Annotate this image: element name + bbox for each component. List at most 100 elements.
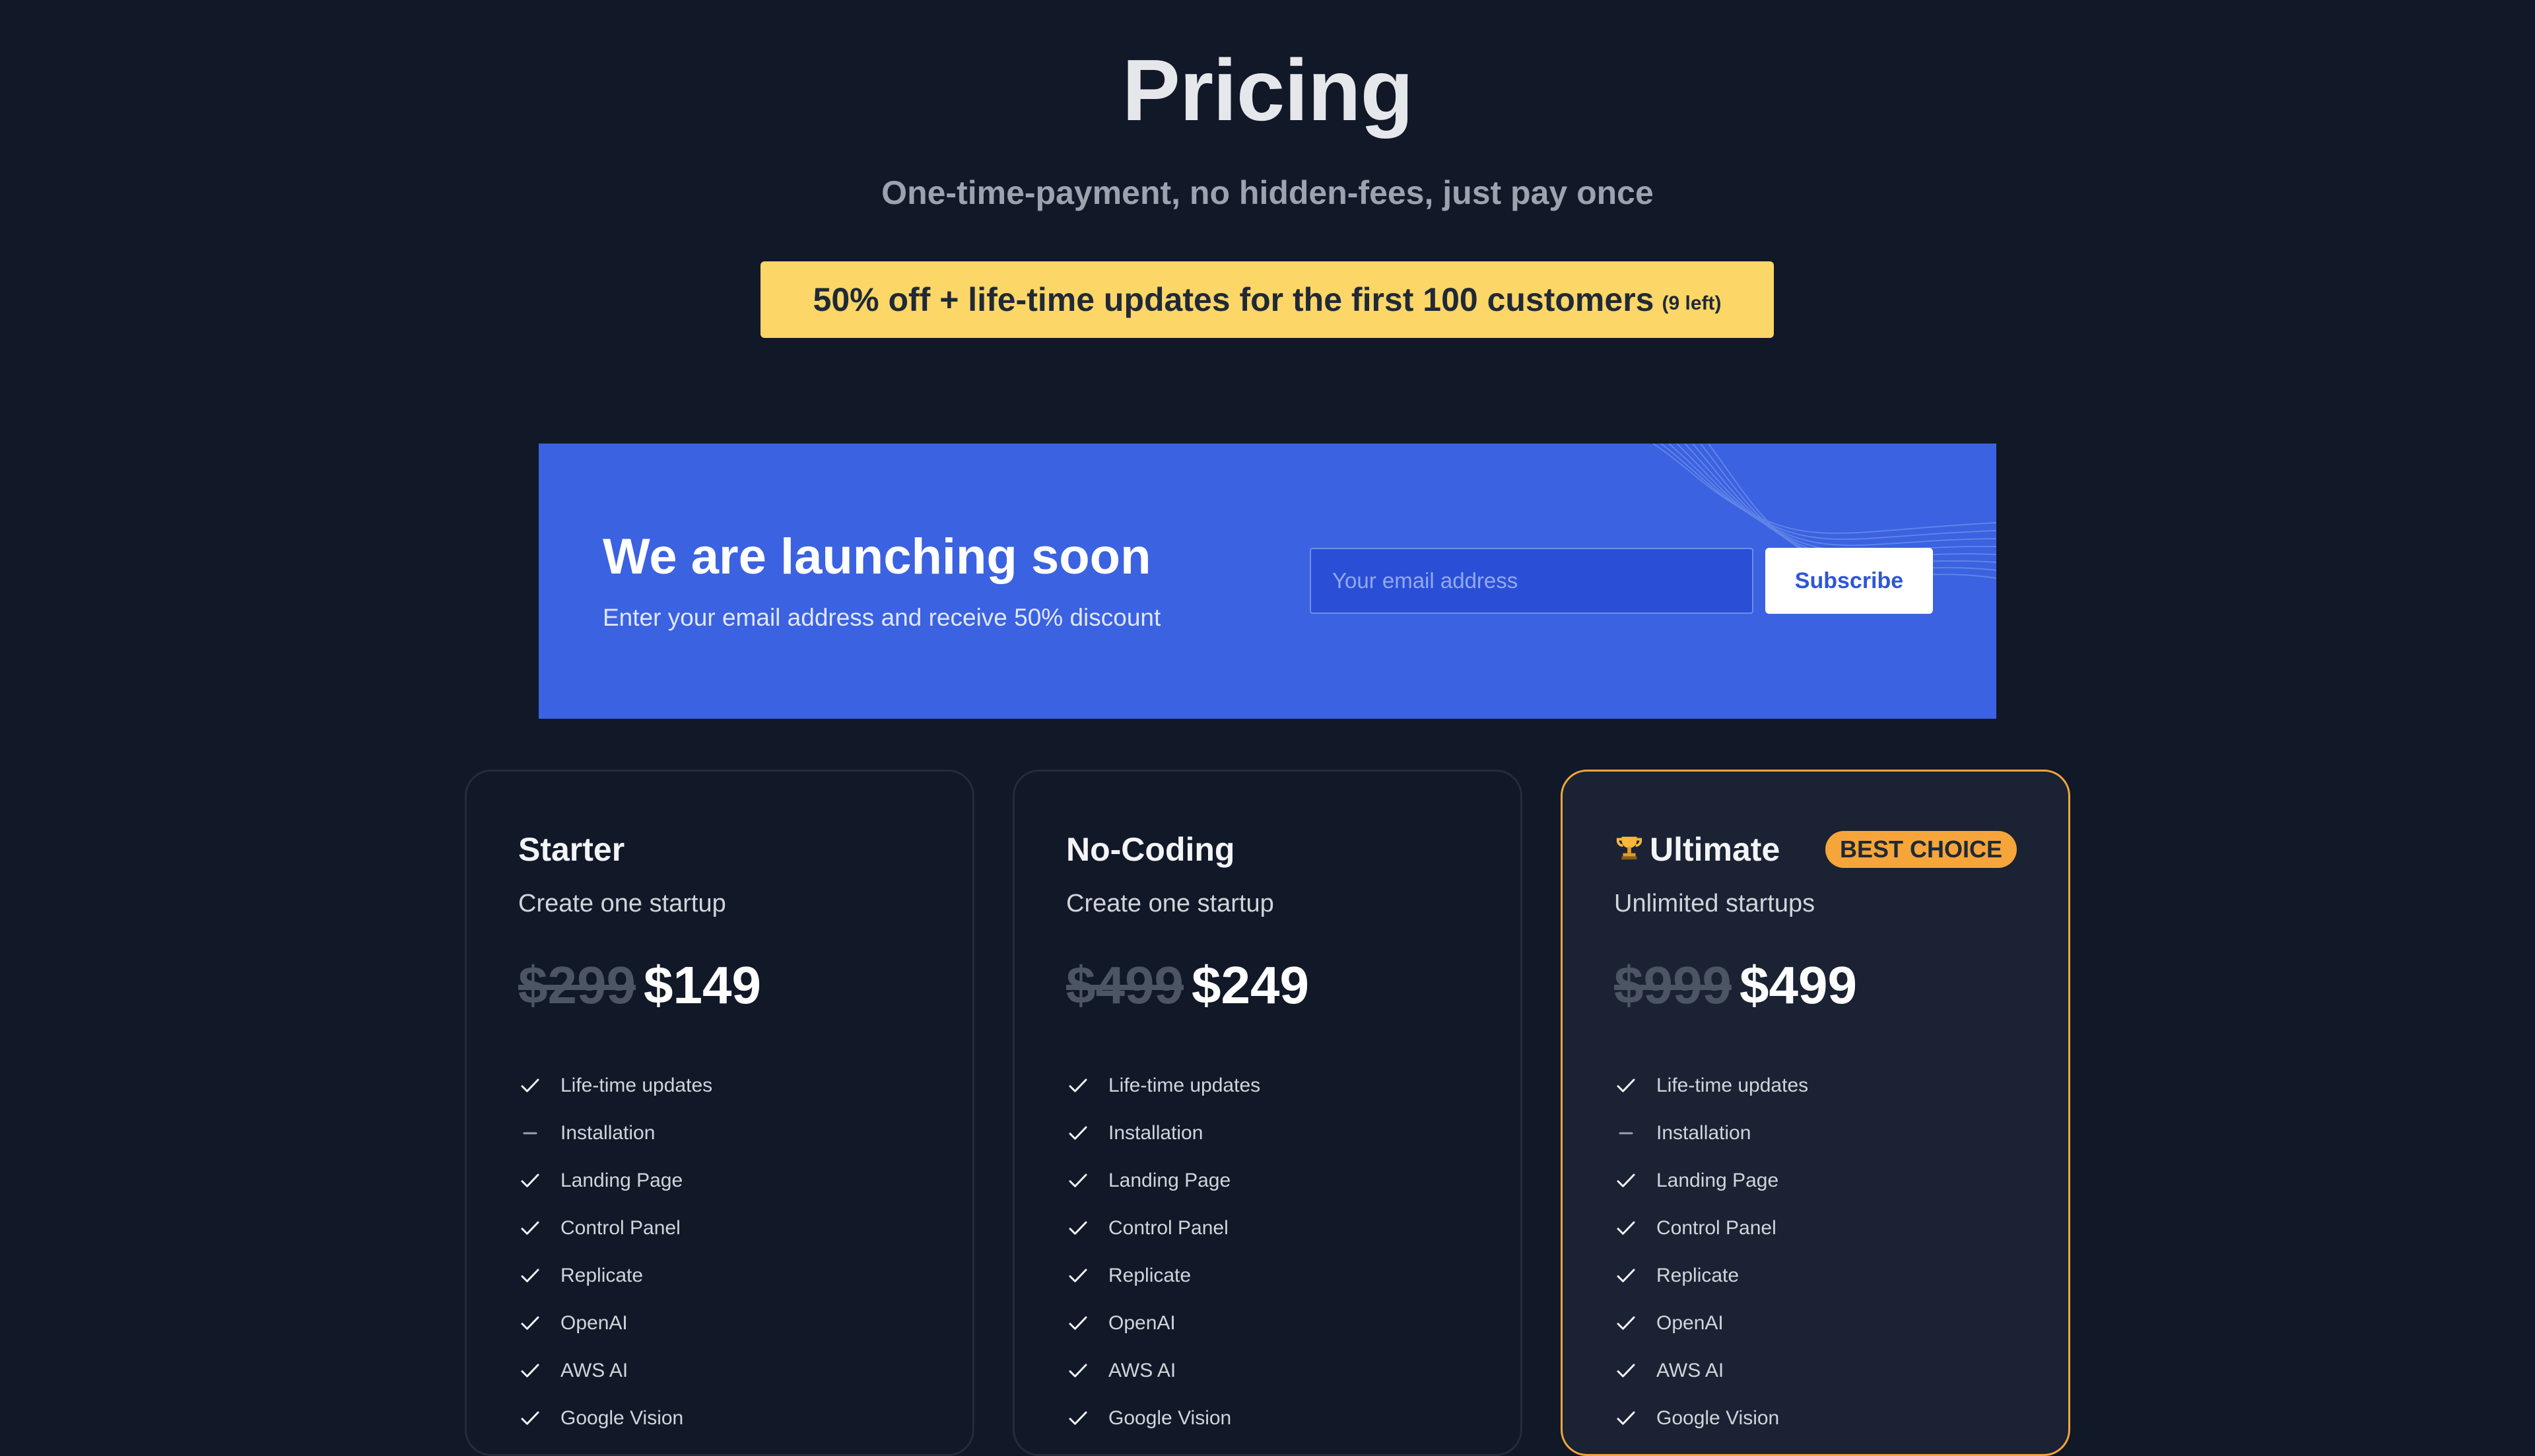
feature-label: Life-time updates xyxy=(1108,1075,1261,1096)
feature-item: Replicate xyxy=(1614,1252,1808,1300)
check-icon xyxy=(521,1411,539,1425)
feature-label: OpenAI xyxy=(1108,1312,1176,1334)
feature-label: OpenAI xyxy=(1656,1312,1724,1334)
check-icon xyxy=(1617,1269,1635,1282)
feature-item: AWS AI xyxy=(518,1347,712,1395)
feature-label: Life-time updates xyxy=(560,1075,713,1096)
original-price: $999 xyxy=(1614,956,1732,1014)
feature-item: Life-time updates xyxy=(1614,1062,1808,1109)
price-row: $999 $499 xyxy=(1614,954,1857,1017)
feature-label: Landing Page xyxy=(560,1170,683,1191)
feature-item: Google Vision xyxy=(1066,1395,1260,1442)
feature-item: Life-time updates xyxy=(1066,1062,1260,1109)
promo-remaining: (9 left) xyxy=(1662,292,1722,314)
feature-item: Google Vision xyxy=(518,1395,712,1442)
feature-label: Installation xyxy=(1656,1122,1751,1144)
page-title: Pricing xyxy=(1122,42,1413,139)
check-icon xyxy=(1617,1364,1635,1377)
check-icon xyxy=(1069,1364,1087,1377)
feature-item: Landing Page xyxy=(518,1157,712,1205)
check-icon xyxy=(1069,1078,1087,1092)
discounted-price: $149 xyxy=(643,956,761,1014)
plan-name: Ultimate xyxy=(1650,831,1780,868)
original-price: $299 xyxy=(518,956,636,1014)
dash-icon xyxy=(523,1132,537,1135)
check-icon xyxy=(1069,1411,1087,1425)
discounted-price: $499 xyxy=(1739,956,1857,1014)
price-row: $499 $249 xyxy=(1066,954,1309,1017)
check-icon xyxy=(1069,1316,1087,1330)
check-icon xyxy=(521,1269,539,1282)
check-icon xyxy=(1617,1078,1635,1092)
launch-title: We are launching soon xyxy=(603,529,1151,585)
check-icon xyxy=(1069,1269,1087,1282)
email-input[interactable] xyxy=(1310,548,1753,614)
feature-label: OpenAI xyxy=(560,1312,628,1334)
feature-label: Replicate xyxy=(1656,1265,1740,1286)
plan-name: Starter xyxy=(518,831,625,868)
feature-label: Landing Page xyxy=(1656,1170,1779,1191)
launch-signup-card: We are launching soon Enter your email a… xyxy=(539,444,1996,719)
feature-list: Life-time updates Installation Landing Pag… xyxy=(1066,1062,1260,1442)
feature-item: AWS AI xyxy=(1614,1347,1808,1395)
plan-name-row: Ultimate xyxy=(1614,830,1780,869)
feature-label: Google Vision xyxy=(1108,1407,1232,1429)
plan-description: Create one startup xyxy=(1066,890,1274,917)
check-icon xyxy=(1617,1316,1635,1330)
feature-label: Replicate xyxy=(560,1265,644,1286)
feature-item: Landing Page xyxy=(1614,1157,1808,1205)
feature-item: Installation xyxy=(1066,1109,1260,1157)
plan-description: Unlimited startups xyxy=(1614,890,1815,917)
feature-item: Google Vision xyxy=(1614,1395,1808,1442)
check-icon xyxy=(1617,1221,1635,1235)
best-choice-badge: BEST CHOICE xyxy=(1825,831,2017,868)
feature-item: Installation xyxy=(1614,1109,1808,1157)
feature-label: Installation xyxy=(560,1122,656,1144)
feature-item: OpenAI xyxy=(1066,1300,1260,1347)
feature-item: Landing Page xyxy=(1066,1157,1260,1205)
feature-item: Control Panel xyxy=(1066,1205,1260,1252)
check-icon xyxy=(1069,1221,1087,1235)
feature-label: Life-time updates xyxy=(1656,1075,1809,1096)
feature-item: Replicate xyxy=(518,1252,712,1300)
feature-item: AWS AI xyxy=(1066,1347,1260,1395)
check-icon xyxy=(1069,1174,1087,1187)
plan-card-ultimate: Ultimate BEST CHOICE Unlimited startups … xyxy=(1561,770,2070,1456)
feature-item: OpenAI xyxy=(518,1300,712,1347)
feature-label: AWS AI xyxy=(1108,1360,1176,1381)
plan-card-no-coding: No-Coding Create one startup $499 $249 L… xyxy=(1013,770,1522,1456)
check-icon xyxy=(521,1221,539,1235)
discounted-price: $249 xyxy=(1191,956,1309,1014)
check-icon xyxy=(521,1174,539,1187)
plan-name: No-Coding xyxy=(1066,831,1235,868)
feature-label: Control Panel xyxy=(560,1217,681,1239)
check-icon xyxy=(1069,1126,1087,1140)
feature-label: Replicate xyxy=(1108,1265,1192,1286)
feature-label: AWS AI xyxy=(560,1360,628,1381)
promo-text: 50% off + life-time updates for the firs… xyxy=(813,281,1654,318)
subscribe-button[interactable]: Subscribe xyxy=(1765,548,1933,614)
feature-item: Replicate xyxy=(1066,1252,1260,1300)
feature-label: Installation xyxy=(1108,1122,1203,1144)
feature-item: OpenAI xyxy=(1614,1300,1808,1347)
feature-label: Control Panel xyxy=(1656,1217,1776,1239)
page-subtitle: One-time-payment, no hidden-fees, just p… xyxy=(881,174,1654,211)
feature-label: Google Vision xyxy=(560,1407,684,1429)
feature-label: AWS AI xyxy=(1656,1360,1724,1381)
check-icon xyxy=(1617,1411,1635,1425)
check-icon xyxy=(521,1078,539,1092)
plan-card-starter: Starter Create one startup $299 $149 Lif… xyxy=(465,770,974,1456)
feature-item: Control Panel xyxy=(518,1205,712,1252)
trophy-icon xyxy=(1616,836,1642,860)
promo-banner: 50% off + life-time updates for the firs… xyxy=(760,261,1774,338)
feature-list: Life-time updates Installation Landing Pag… xyxy=(1614,1062,1808,1442)
check-icon xyxy=(1617,1174,1635,1187)
feature-label: Control Panel xyxy=(1108,1217,1229,1239)
launch-subtitle: Enter your email address and receive 50%… xyxy=(603,604,1161,631)
check-icon xyxy=(521,1316,539,1330)
feature-label: Landing Page xyxy=(1108,1170,1231,1191)
original-price: $499 xyxy=(1066,956,1184,1014)
plan-description: Create one startup xyxy=(518,890,726,917)
feature-item: Control Panel xyxy=(1614,1205,1808,1252)
dash-icon xyxy=(1619,1132,1633,1135)
